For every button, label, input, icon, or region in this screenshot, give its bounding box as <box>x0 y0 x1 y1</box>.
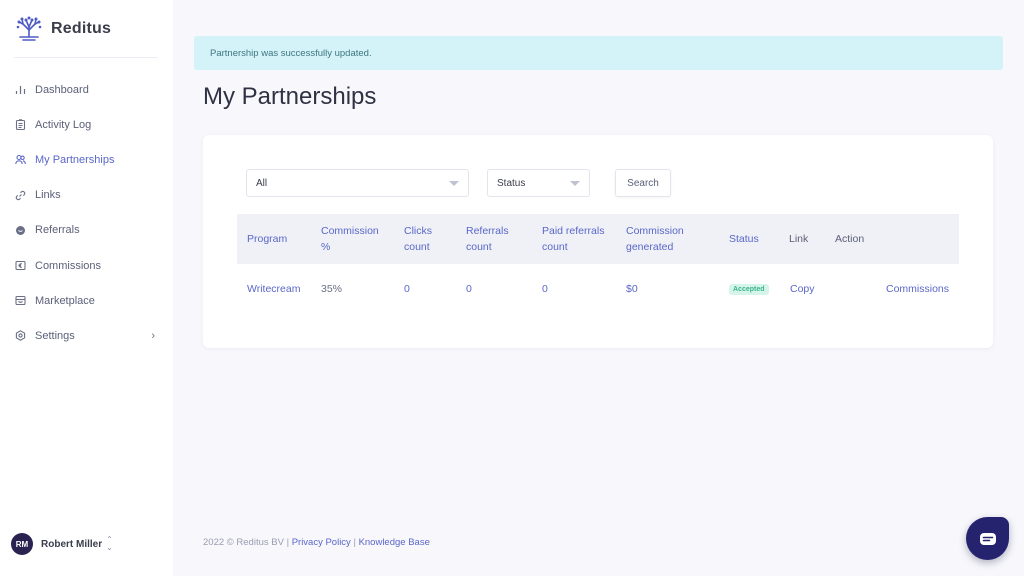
sidebar-item-label: Links <box>35 189 61 202</box>
sidebar-item-settings[interactable]: Settings › <box>0 318 173 353</box>
caret-down-icon <box>449 181 459 186</box>
status-cell: Accepted <box>729 264 769 314</box>
divider <box>14 57 158 58</box>
sidebar-item-label: My Partnerships <box>35 153 115 166</box>
status-select-value: Status <box>497 177 526 189</box>
clicks-count: 0 <box>404 283 410 295</box>
tree-logo-icon <box>16 16 42 41</box>
program-link[interactable]: Writecream <box>247 264 300 314</box>
column-header-commission[interactable]: Commission % <box>321 214 387 264</box>
sidebar-item-links[interactable]: Links <box>0 178 173 213</box>
commission-generated: $0 <box>626 283 638 295</box>
sidebar-item-commissions[interactable]: Commissions <box>0 248 173 283</box>
copy-link-button[interactable]: Copy <box>790 264 815 314</box>
column-header-paid-referrals[interactable]: Paid referrals count <box>542 214 612 264</box>
referrals-count: 0 <box>466 283 472 295</box>
clipboard-icon <box>14 119 26 131</box>
sidebar-item-label: Referrals <box>35 224 80 237</box>
link-icon <box>14 189 26 201</box>
chat-icon <box>979 532 996 545</box>
column-header-link: Link <box>789 233 809 245</box>
chevron-up-down-icon: ⌃ ⌄ <box>106 535 113 552</box>
partnerships-card: All Status Search Program Commission % C… <box>203 135 993 348</box>
sidebar: Reditus Dashboard Activity Log My Partne… <box>0 0 173 576</box>
chevron-right-icon: › <box>151 329 155 342</box>
column-header-referrals[interactable]: Referrals count <box>466 214 518 264</box>
alert-message: Partnership was successfully updated. <box>210 47 372 59</box>
table-header: Program Commission % Clicks count Referr… <box>237 214 959 264</box>
status-select[interactable]: Status <box>487 169 590 197</box>
footer-separator: | <box>350 537 359 548</box>
users-icon <box>14 154 26 166</box>
caret-down-icon <box>570 181 580 186</box>
table-row: Writecream 35% 0 0 0 $0 Accepted Copy Co… <box>237 264 959 314</box>
sidebar-item-label: Marketplace <box>35 294 95 307</box>
chat-bubble-icon <box>14 224 26 236</box>
bar-chart-icon <box>14 84 26 96</box>
user-menu[interactable]: RM Robert Miller ⌃ ⌄ <box>11 533 113 555</box>
brand-name: Reditus <box>51 20 112 37</box>
store-icon <box>14 295 26 307</box>
knowledge-base-link[interactable]: Knowledge Base <box>359 537 430 548</box>
search-button[interactable]: Search <box>615 169 671 197</box>
paid-referrals-count: 0 <box>542 283 548 295</box>
status-badge: Accepted <box>729 283 769 295</box>
avatar: RM <box>11 533 33 555</box>
program-select-value: All <box>256 177 268 189</box>
sidebar-item-referrals[interactable]: Referrals <box>0 213 173 248</box>
column-header-status[interactable]: Status <box>729 214 769 264</box>
column-header-action: Action <box>835 233 865 245</box>
column-header-clicks[interactable]: Clicks count <box>404 214 444 264</box>
sidebar-item-label: Dashboard <box>35 83 89 96</box>
success-alert: Partnership was successfully updated. <box>194 36 1003 70</box>
chat-widget-button[interactable] <box>966 517 1009 560</box>
user-name: Robert Miller <box>41 538 103 550</box>
brand[interactable]: Reditus <box>14 13 111 45</box>
commission-pct: 35% <box>321 283 343 295</box>
privacy-policy-link[interactable]: Privacy Policy <box>292 537 351 548</box>
column-header-program[interactable]: Program <box>247 214 317 264</box>
sidebar-item-activity-log[interactable]: Activity Log <box>0 107 173 142</box>
gear-icon <box>14 330 26 342</box>
sidebar-item-my-partnerships[interactable]: My Partnerships <box>0 142 173 177</box>
sidebar-nav: Dashboard Activity Log My Partnerships L… <box>0 72 173 354</box>
euro-icon <box>14 260 26 272</box>
sidebar-item-label: Settings <box>35 329 75 342</box>
program-select[interactable]: All <box>246 169 469 197</box>
sidebar-item-dashboard[interactable]: Dashboard <box>0 72 173 107</box>
sidebar-item-label: Commissions <box>35 259 102 272</box>
sidebar-item-label: Activity Log <box>35 118 92 131</box>
footer: 2022 © Reditus BV | Privacy Policy | Kno… <box>203 537 430 548</box>
commissions-action-link[interactable]: Commissions <box>886 264 949 314</box>
page-title: My Partnerships <box>203 83 377 110</box>
sidebar-item-marketplace[interactable]: Marketplace <box>0 283 173 318</box>
copyright-text: 2022 © Reditus BV | <box>203 537 292 548</box>
column-header-commission-generated[interactable]: Commission generated <box>626 214 696 264</box>
